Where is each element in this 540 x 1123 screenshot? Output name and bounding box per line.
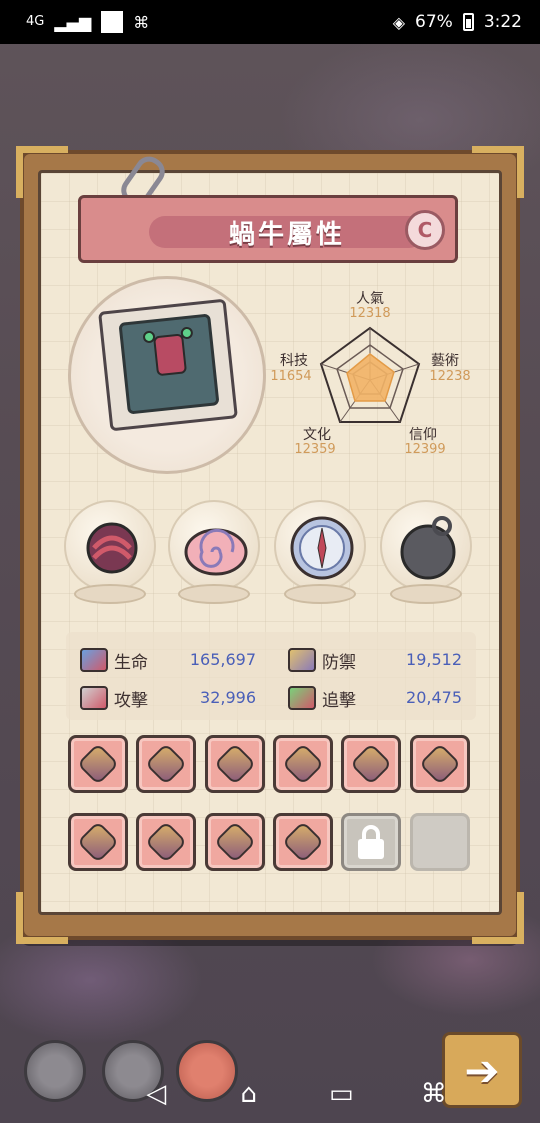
radar-value-culture: 12359	[294, 442, 336, 457]
network-type: 4G	[26, 14, 45, 29]
lock-body	[358, 839, 384, 859]
staff-icon	[418, 742, 462, 786]
relic-slot-4[interactable]	[380, 500, 472, 612]
clock: 3:22	[483, 12, 522, 32]
stat-defense: 防禦	[288, 645, 356, 675]
armor-icon	[76, 742, 120, 786]
grade-badge[interactable]: C	[405, 210, 445, 250]
stat-defense-label: 防禦	[322, 652, 356, 673]
page-title: 蝸牛屬性	[228, 219, 345, 250]
lock-icon	[356, 825, 386, 859]
equip-slot-empty[interactable]	[410, 813, 470, 871]
radar-value-area	[346, 353, 395, 402]
equip-slot-mace[interactable]	[136, 735, 196, 793]
title-banner: 蝸牛屬性 C	[78, 195, 458, 263]
home-icon[interactable]: ⌂	[229, 1079, 269, 1109]
compass-relic-icon	[274, 500, 366, 592]
sword-icon	[213, 742, 257, 786]
stat-pursuit: 追擊	[288, 683, 356, 713]
stat-attack-label: 攻擊	[114, 690, 148, 711]
gauntlet-icon	[281, 742, 325, 786]
signal-icon: ▂▄▆	[54, 12, 92, 32]
battery-percent: 67%	[415, 12, 453, 32]
relic-slot-3[interactable]	[274, 500, 366, 612]
stat-pursuit-value: 20,475	[406, 688, 462, 707]
recents-icon[interactable]: ▭	[321, 1079, 361, 1109]
relic-stand	[390, 584, 462, 604]
tentacle-relic-icon	[64, 500, 156, 592]
gamepad-icon[interactable]: ⌘	[414, 1079, 454, 1109]
attribute-radar-chart: 人氣 12318 藝術 12238 信仰 12399 文化 12359 科技 1…	[270, 280, 500, 480]
attack-icon	[80, 686, 108, 710]
stat-attack-value: 32,996	[200, 688, 256, 707]
relic-stand	[74, 584, 146, 604]
radar-value-popularity: 12318	[349, 306, 391, 321]
stat-attack: 攻擊	[80, 683, 148, 713]
stat-defense-value: 19,512	[406, 650, 462, 669]
amulet-icon	[281, 820, 325, 864]
stat-pursuit-label: 追擊	[322, 690, 356, 711]
stat-hp-value: 165,697	[189, 650, 256, 669]
defense-icon	[288, 648, 316, 672]
relic-slot-1[interactable]	[64, 500, 156, 612]
pursuit-icon	[288, 686, 316, 710]
equip-slot-armor[interactable]	[68, 735, 128, 793]
snail-eye-icon	[180, 326, 194, 340]
battery-icon	[462, 13, 474, 31]
relic-stand	[284, 584, 356, 604]
snail-body	[153, 333, 188, 377]
equip-slot-staff[interactable]	[410, 735, 470, 793]
radar-label-popularity: 人氣	[356, 291, 384, 307]
relic-stand	[178, 584, 250, 604]
stat-hp: 生命	[80, 645, 148, 675]
shell-relic-icon	[168, 500, 260, 592]
equip-slot-shield[interactable]	[341, 735, 401, 793]
back-icon[interactable]: ◁	[136, 1079, 176, 1109]
radar-value-tech: 11654	[270, 369, 312, 384]
equip-slot-scythe[interactable]	[68, 813, 128, 871]
equip-slot-crossed-swords[interactable]	[136, 813, 196, 871]
shield-icon	[349, 742, 393, 786]
radar-label-faith: 信仰	[409, 427, 437, 443]
crown-icon	[213, 820, 257, 864]
stat-hp-label: 生命	[114, 652, 148, 673]
equip-slot-sword[interactable]	[205, 735, 265, 793]
notification-icon	[101, 11, 124, 33]
title-inner: 蝸牛屬性	[149, 216, 425, 250]
bomb-relic-icon	[380, 500, 472, 592]
gamepad-icon: ⌘	[133, 12, 150, 32]
snail-icon	[118, 313, 220, 415]
scythe-icon	[76, 820, 120, 864]
mace-icon	[144, 742, 188, 786]
radar-label-tech: 科技	[280, 353, 308, 369]
crossed-swords-icon	[144, 820, 188, 864]
status-bar: 4G ▂▄▆ ⌘ ◈ 67% 3:22	[0, 0, 540, 44]
radar-label-art: 藝術	[431, 353, 459, 369]
equip-slot-gauntlet[interactable]	[273, 735, 333, 793]
equip-slot-amulet[interactable]	[273, 813, 333, 871]
equip-slot-crown[interactable]	[205, 813, 265, 871]
radar-value-faith: 12399	[404, 442, 446, 457]
equip-slot-locked[interactable]	[341, 813, 401, 871]
screen-rotate-icon: ◈	[392, 12, 406, 32]
radar-value-art: 12238	[429, 369, 471, 384]
relic-slot-2[interactable]	[168, 500, 260, 612]
hp-icon	[80, 648, 108, 672]
system-nav-bar: ◁ ⌂ ▭ ⌘	[0, 1064, 540, 1123]
radar-label-culture: 文化	[303, 427, 331, 443]
